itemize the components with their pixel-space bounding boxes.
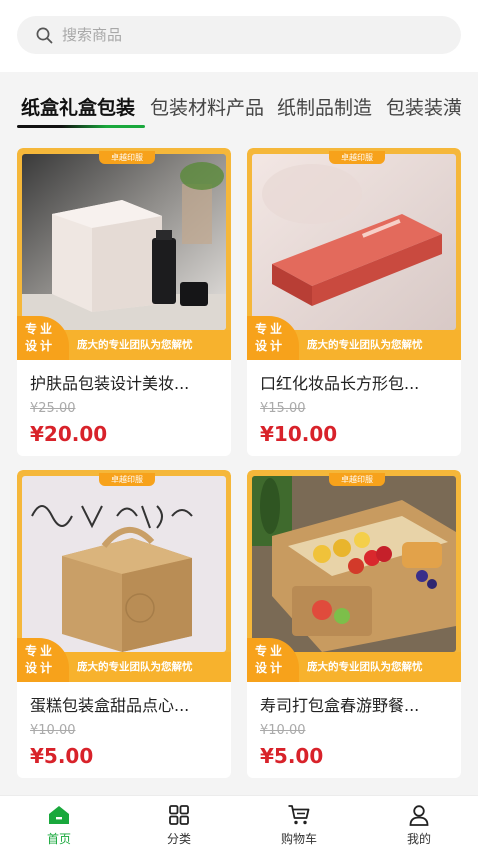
original-price: ¥25.00 [30,401,76,416]
product-card[interactable]: 卓越印服 专业设计 庞大的专业团队为您解忧 口红化妆品长方形包... ¥15.0… [247,148,461,456]
category-icon [169,805,189,825]
sale-price: ¥10.00 [260,422,338,446]
original-price: ¥10.00 [30,723,76,738]
badge-text: 庞大的专业团队为您解忧 [77,339,193,351]
brand-tag: 卓越印服 [329,473,385,486]
product-image [22,154,226,330]
sale-price: ¥20.00 [30,422,108,446]
nav-profile-label: 我的 [406,832,431,846]
top-bar [0,0,478,72]
product-image [252,476,456,652]
nav-category[interactable]: 分类 [139,804,219,847]
product-image-frame: 卓越印服 专业设计 庞大的专业团队为您解忧 [17,470,231,682]
product-image-frame: 卓越印服 专业设计 庞大的专业团队为您解忧 [247,148,461,360]
tab-packaging-materials[interactable]: 包装材料产品 [150,86,264,130]
product-image-frame: 卓越印服 专业设计 庞大的专业团队为您解忧 [247,470,461,682]
original-price: ¥15.00 [260,401,306,416]
product-card[interactable]: 卓越印服 专业设计 庞大的专业团队为您解忧 蛋糕包装盒甜品点心... ¥10.0… [17,470,231,778]
badge-text: 庞大的专业团队为您解忧 [307,661,423,673]
search-icon [36,27,53,43]
badge-text: 庞大的专业团队为您解忧 [77,661,193,673]
product-image [252,154,456,330]
brand-tag: 卓越印服 [99,473,155,486]
home-icon [49,806,69,824]
tab-gift-box[interactable]: 纸盒礼盒包装 [21,86,135,130]
sale-price: ¥5.00 [30,744,94,768]
sale-price: ¥5.00 [260,744,324,768]
bottom-nav: 首页 分类 购物车 我的 [0,795,478,850]
product-image-frame: 卓越印服 专业设计 庞大的专业团队为您解忧 [17,148,231,360]
product-card[interactable]: 卓越印服 专业设计 庞大的专业团队为您解忧 寿司打包盒春游野餐... ¥10.0… [247,470,461,778]
product-image [22,476,226,652]
tab-packaging-decoration[interactable]: 包装装潢 [386,86,462,130]
product-title[interactable]: 寿司打包盒春游野餐... [260,692,450,716]
brand-tag: 卓越印服 [329,151,385,164]
search-input[interactable] [62,26,422,44]
nav-home[interactable]: 首页 [19,804,99,847]
cart-icon [288,805,310,825]
product-title[interactable]: 蛋糕包装盒甜品点心... [30,692,220,716]
original-price: ¥10.00 [260,723,306,738]
user-icon [409,805,429,826]
product-card[interactable]: 卓越印服 专业设计 庞大的专业团队为您解忧 护肤品包装设计美妆... ¥25.0… [17,148,231,456]
brand-tag: 卓越印服 [99,151,155,164]
product-title[interactable]: 护肤品包装设计美妆... [30,370,220,394]
nav-home-label: 首页 [46,832,71,846]
tab-paper-products[interactable]: 纸制品制造 [277,86,372,130]
badge-text: 庞大的专业团队为您解忧 [307,339,423,351]
nav-cart-label: 购物车 [280,832,317,846]
search-bar[interactable] [17,16,461,54]
active-tab-indicator [17,125,145,128]
nav-profile[interactable]: 我的 [379,804,459,847]
product-title[interactable]: 口红化妆品长方形包... [260,370,450,394]
category-tabs: 纸盒礼盒包装 包装材料产品 纸制品制造 包装装潢 [0,86,478,130]
nav-cart[interactable]: 购物车 [259,804,339,847]
nav-category-label: 分类 [166,832,191,846]
